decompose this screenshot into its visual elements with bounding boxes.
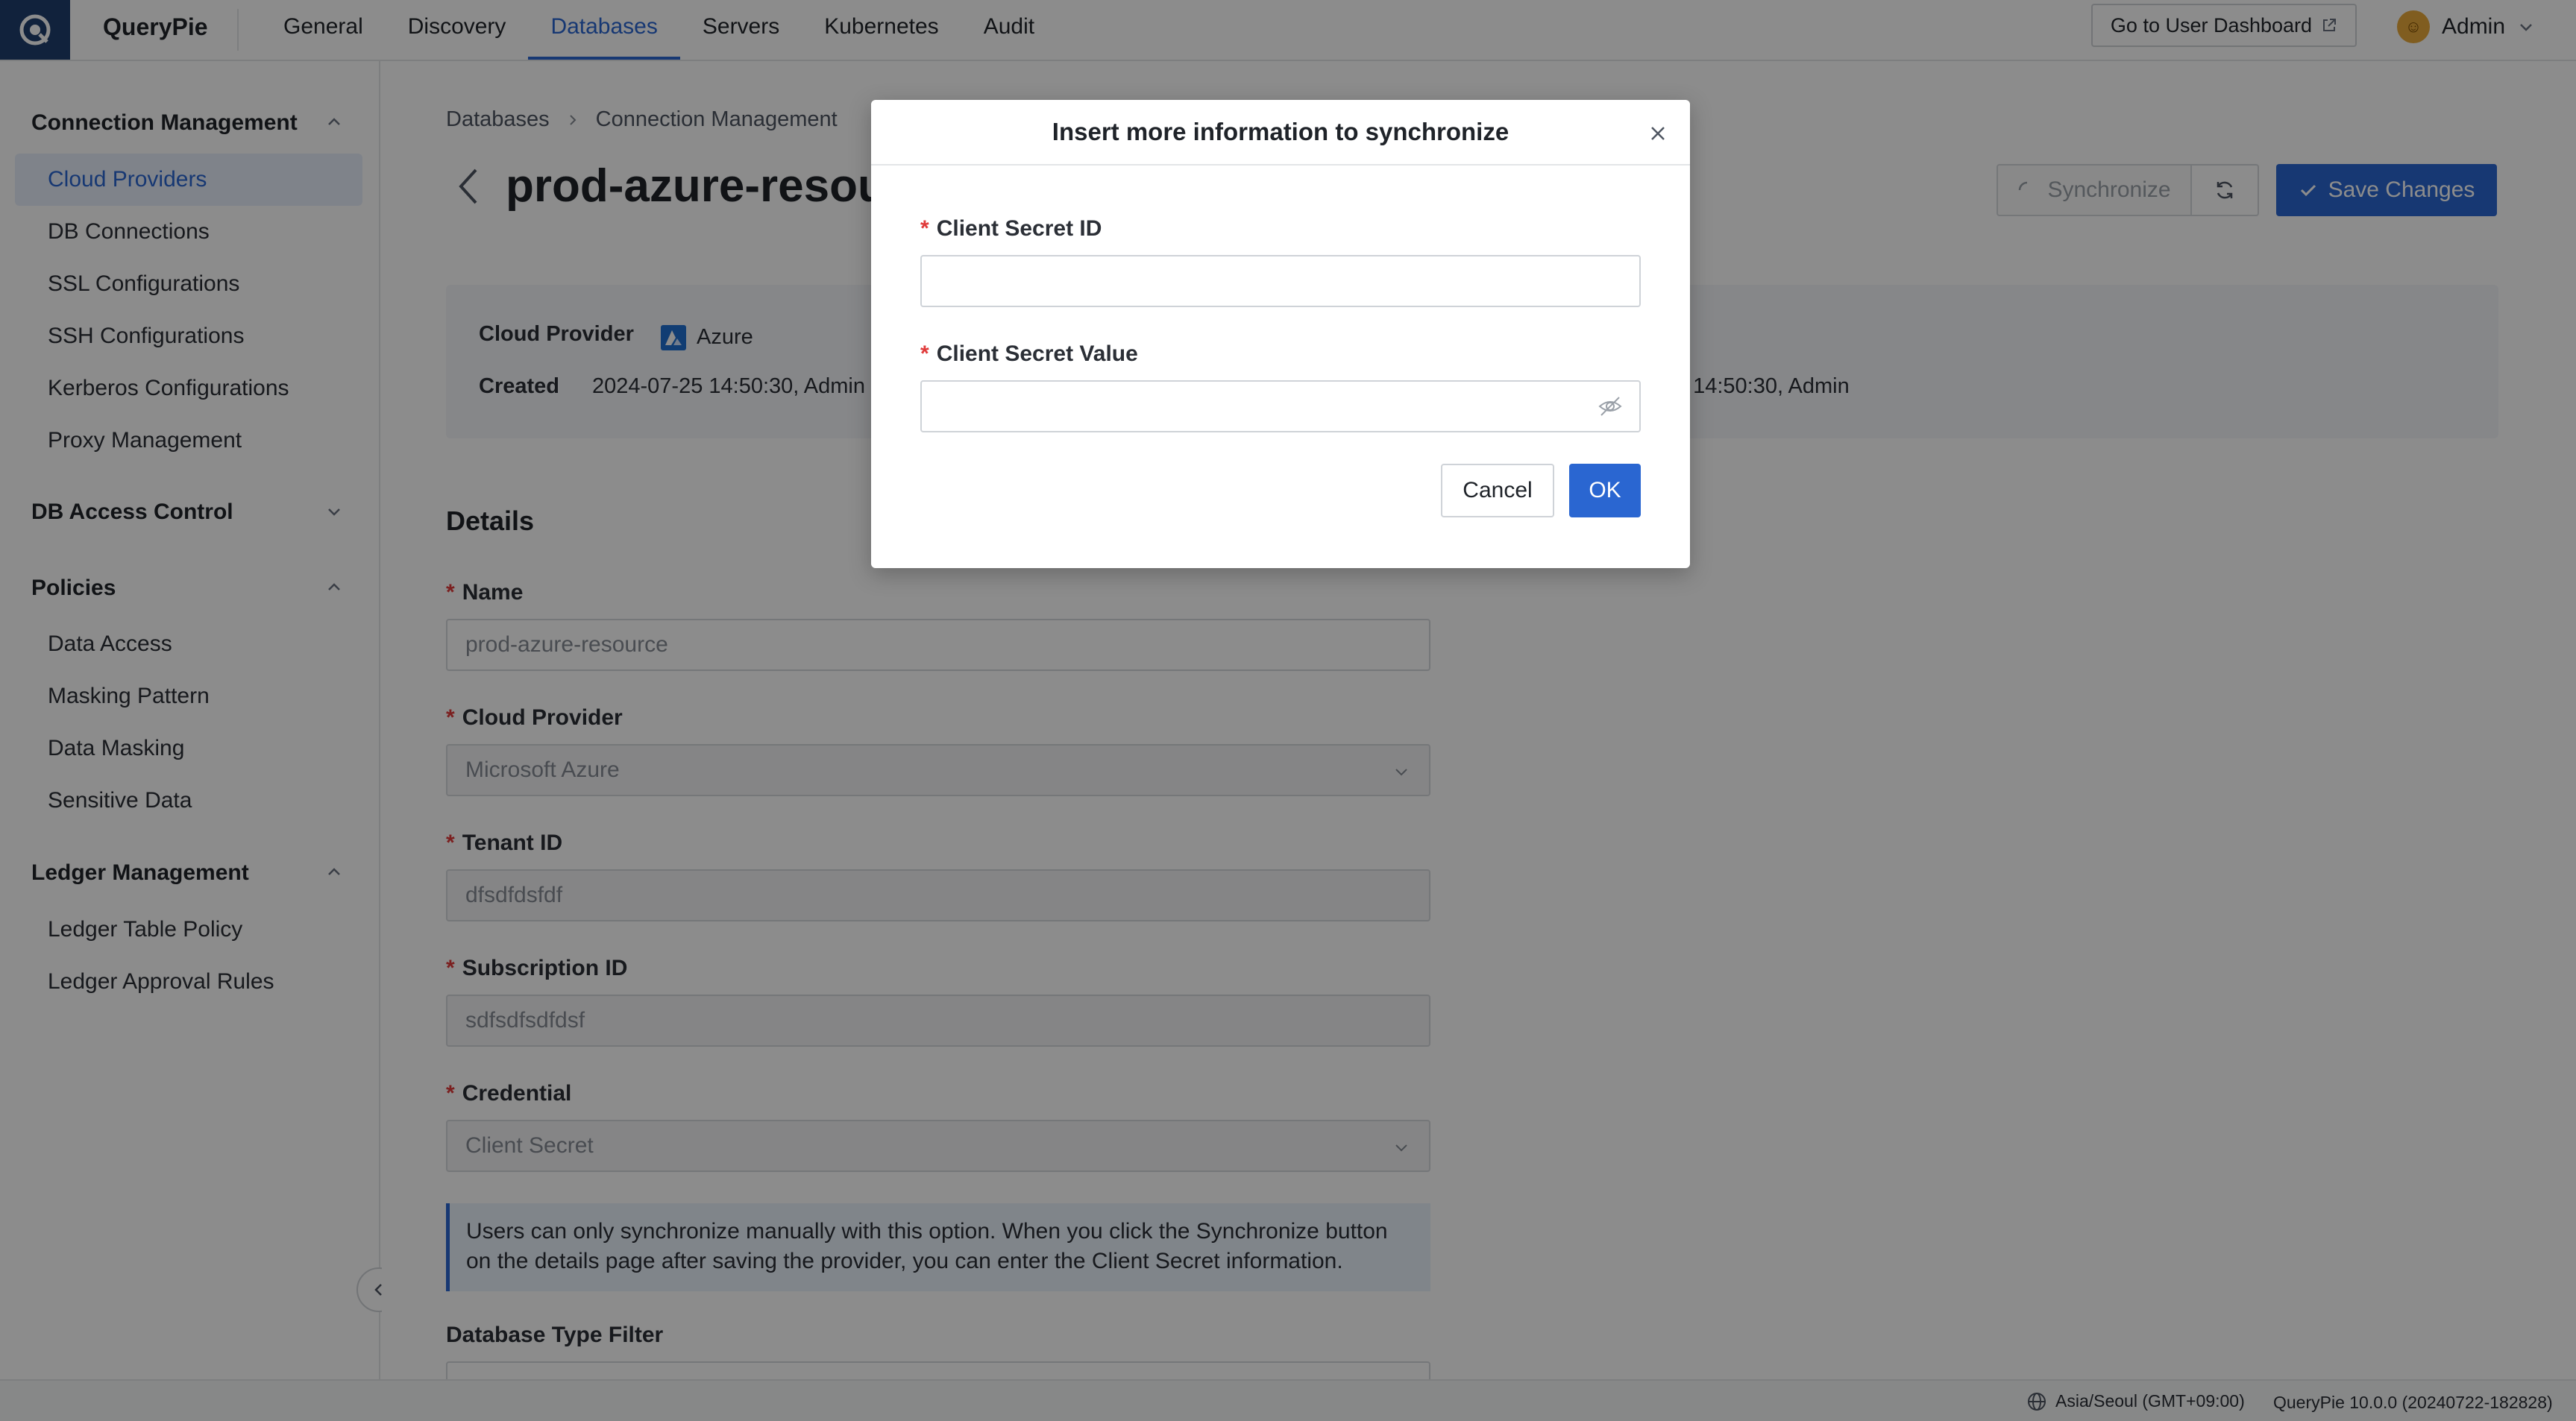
client-secret-id-input[interactable] bbox=[920, 255, 1641, 307]
client-secret-value-label: * Client Secret Value bbox=[920, 341, 1138, 366]
eye-off-icon[interactable] bbox=[1598, 395, 1623, 418]
close-icon[interactable] bbox=[1647, 122, 1669, 145]
ok-button[interactable]: OK bbox=[1569, 464, 1641, 517]
cancel-button[interactable]: Cancel bbox=[1441, 464, 1554, 517]
dialog-header: Insert more information to synchronize bbox=[871, 100, 1690, 166]
dialog-title: Insert more information to synchronize bbox=[1052, 118, 1510, 145]
client-secret-value-input[interactable] bbox=[920, 380, 1641, 432]
client-secret-id-label: * Client Secret ID bbox=[920, 216, 1102, 241]
synchronize-dialog: Insert more information to synchronize *… bbox=[871, 100, 1690, 568]
